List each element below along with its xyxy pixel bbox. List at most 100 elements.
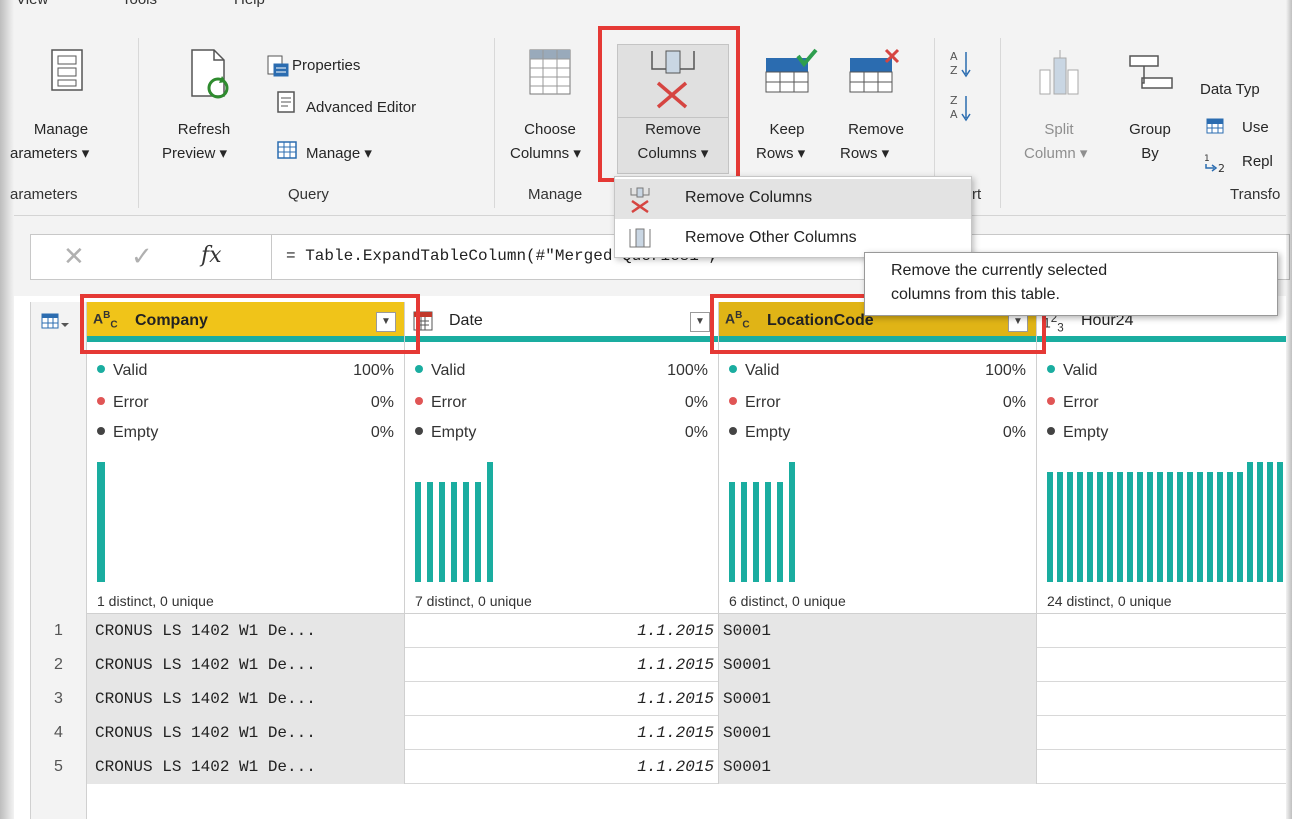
error-stat: Error 0% [415,394,708,424]
error-stat: Error 0% [729,394,1026,424]
distribution-bar [1067,472,1073,582]
row-number[interactable]: 4 [31,716,87,750]
cell-locationcode[interactable]: S0001 [719,682,1037,716]
distinct-summary: 7 distinct, 0 unique [415,593,532,609]
empty-stat: Empty [1047,424,1286,454]
table-row[interactable]: 1 CRONUS LS 1402 W1 De... 1.1.2015 S0001 [31,614,1286,648]
cell-hour24[interactable] [1037,648,1286,682]
fx-icon[interactable]: fx [201,243,222,268]
use-first-row-icon [1206,118,1224,134]
replace-values-label: Repl [1242,153,1273,170]
distribution-bar [1087,472,1093,582]
choose-columns-icon [529,49,571,95]
remove-rows-label-2: Rows ▾ [840,145,890,162]
cell-company[interactable]: CRONUS LS 1402 W1 De... [87,648,405,682]
window-shadow [1286,0,1292,819]
table-row[interactable]: 4 CRONUS LS 1402 W1 De... 1.1.2015 S0001 [31,716,1286,750]
menu-tools[interactable]: Tools [122,0,157,8]
column-name: Date [449,312,483,329]
cell-date[interactable]: 1.1.2015 [405,682,719,716]
choose-columns-label-1: Choose [524,121,576,138]
cell-locationcode[interactable]: S0001 [719,614,1037,648]
row-number[interactable]: 2 [31,648,87,682]
cell-date[interactable]: 1.1.2015 [405,750,719,784]
group-query-label: Query [288,186,329,203]
keep-rows-icon [765,48,818,93]
replace-values-icon: 1 2 [1204,154,1225,174]
error-stat: Error [1047,394,1286,424]
data-grid: ABC Company ▼ Date ▼ ABC LocationCode ▼ [30,302,1286,819]
table-row[interactable]: 3 CRONUS LS 1402 W1 De... 1.1.2015 S0001 [31,682,1286,716]
cell-hour24[interactable] [1037,716,1286,750]
menu-view[interactable]: View [16,0,48,8]
distribution-bar [1167,472,1173,582]
ribbon-separator [138,38,139,208]
svg-text:Z: Z [950,94,958,107]
svg-text:1: 1 [1204,154,1210,164]
refresh-label-1: Refresh [177,121,231,138]
cell-company[interactable]: CRONUS LS 1402 W1 De... [87,682,405,716]
row-number[interactable]: 5 [31,750,87,784]
remove-columns-icon [630,187,650,213]
table-menu-button[interactable] [31,302,87,342]
distribution-bar [1277,462,1283,582]
row-number[interactable]: 3 [31,682,87,716]
distribution-bar [1117,472,1123,582]
cell-company[interactable]: CRONUS LS 1402 W1 De... [87,716,405,750]
distribution-bar [1077,472,1083,582]
cell-date[interactable]: 1.1.2015 [405,648,719,682]
keep-rows-label-1: Keep [769,121,805,138]
choose-columns-label-2: Columns ▾ [510,145,581,162]
remove-other-columns-icon [629,228,651,248]
cancel-formula-icon[interactable]: ✕ [63,241,85,272]
distribution-bar [1047,472,1053,582]
cell-date[interactable]: 1.1.2015 [405,716,719,750]
distribution-bar [1107,472,1113,582]
cell-hour24[interactable] [1037,614,1286,648]
table-row[interactable]: 2 CRONUS LS 1402 W1 De... 1.1.2015 S0001 [31,648,1286,682]
table-row[interactable]: 5 CRONUS LS 1402 W1 De... 1.1.2015 S0001 [31,750,1286,784]
distribution-bar [1127,472,1133,582]
cell-locationcode[interactable]: S0001 [719,750,1037,784]
distribution-bar [1097,472,1103,582]
distribution-bar [1247,462,1253,582]
cell-hour24[interactable] [1037,750,1286,784]
distribution-bar [1137,472,1143,582]
valid-stat: Valid 100% [97,362,394,392]
column-profile-hour24: Valid1 Error Empty 24 distinct, 0 unique [1037,342,1286,614]
cell-date[interactable]: 1.1.2015 [405,614,719,648]
svg-text:2: 2 [1218,162,1225,174]
cell-company[interactable]: CRONUS LS 1402 W1 De... [87,750,405,784]
table-manage-icon [277,141,297,159]
menu-help[interactable]: Help [234,0,265,8]
svg-text:Z: Z [950,64,958,77]
highlight-remove-columns [598,26,740,182]
row-number[interactable]: 1 [31,614,87,648]
menu-item-label: Remove Columns [685,189,813,206]
cell-locationcode[interactable]: S0001 [719,716,1037,750]
distribution-bar [1217,472,1223,582]
data-type-dropdown[interactable]: Data Typ [1200,80,1260,99]
group-sort-label: rt [972,186,982,203]
menu-bar: View Tools Help [14,0,1286,18]
manage-parameters-label-1: Manage [33,121,89,138]
highlight-company-column [80,294,420,354]
distinct-summary: 1 distinct, 0 unique [97,593,214,609]
commit-formula-icon[interactable]: ✓ [131,241,153,272]
group-parameters-label: arameters [10,186,78,203]
distribution-bar [1227,472,1233,582]
cell-company[interactable]: CRONUS LS 1402 W1 De... [87,614,405,648]
cell-locationcode[interactable]: S0001 [719,648,1037,682]
filter-dropdown-icon[interactable]: ▼ [690,312,710,332]
formula-separator [271,235,272,279]
svg-text:A: A [950,50,958,63]
cell-hour24[interactable] [1037,682,1286,716]
group-by-label-2: By [1141,145,1159,162]
menu-item-remove-columns[interactable]: Remove Columns [615,179,971,219]
distribution-bar [1057,472,1063,582]
column-profile-date: Valid 100% Error 0% Empty 0% 7 distinct, 0 … [405,342,719,614]
split-column-label-1: Split [1044,121,1074,138]
properties-icon [267,55,289,77]
column-header-date[interactable]: Date ▼ [405,302,719,342]
empty-stat: Empty 0% [97,424,394,454]
